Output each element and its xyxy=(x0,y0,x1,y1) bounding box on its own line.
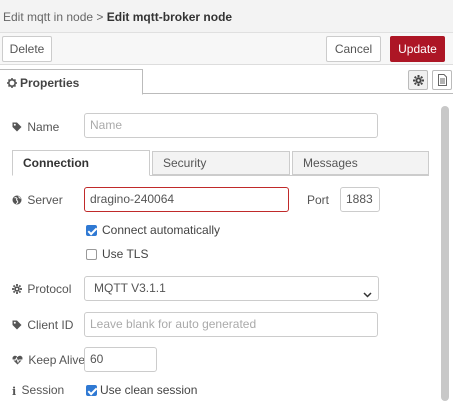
tab-connection[interactable]: Connection xyxy=(12,150,150,176)
editor-actionbar xyxy=(0,33,453,65)
delete-button[interactable]: Delete xyxy=(2,36,52,62)
protocol-label-text: Protocol xyxy=(27,282,72,296)
editor-titlebar: Edit mqtt in node > Edit mqtt-broker nod… xyxy=(0,0,453,33)
keep-alive-input[interactable]: 60 xyxy=(84,347,157,372)
node-settings-button[interactable] xyxy=(408,70,428,90)
keep-alive-label-text: Keep Alive xyxy=(28,353,86,367)
document-icon xyxy=(438,74,447,89)
tab-messages[interactable]: Messages xyxy=(292,151,429,175)
heartbeat-icon xyxy=(12,354,23,368)
protocol-select-value: MQTT V3.1.1 xyxy=(94,281,166,295)
panel-scrollbar[interactable] xyxy=(441,106,449,401)
gear-icon xyxy=(7,77,17,91)
tab-properties[interactable]: Properties xyxy=(0,69,143,95)
breadcrumb-separator: > xyxy=(96,10,104,24)
info-icon: i xyxy=(12,385,17,398)
client-id-input[interactable]: Leave blank for auto generated xyxy=(84,312,378,337)
protocol-label: Protocol xyxy=(12,282,71,297)
clean-session-label: Use clean session xyxy=(100,383,198,397)
use-tls-label: Use TLS xyxy=(102,247,149,261)
port-label: Port xyxy=(307,193,330,207)
cancel-button[interactable]: Cancel xyxy=(326,36,381,62)
update-button[interactable]: Update xyxy=(390,36,445,62)
id-card-icon xyxy=(12,319,22,333)
server-input[interactable]: dragino-240064 xyxy=(84,187,289,212)
use-tls-checkbox[interactable] xyxy=(86,249,97,260)
server-label-text: Server xyxy=(27,193,63,207)
name-label: Name xyxy=(12,120,59,135)
node-description-button[interactable] xyxy=(432,70,452,90)
breadcrumb: Edit mqtt in node > Edit mqtt-broker nod… xyxy=(3,10,232,24)
tab-security[interactable]: Security xyxy=(152,151,290,175)
client-id-label-text: Client ID xyxy=(27,318,74,332)
protocol-select[interactable]: MQTT V3.1.1 xyxy=(84,276,379,301)
name-input[interactable]: Name xyxy=(84,113,378,138)
connect-automatically-checkbox[interactable] xyxy=(86,225,97,236)
globe-icon xyxy=(12,194,22,208)
connect-automatically-label: Connect automatically xyxy=(102,223,221,237)
clean-session-checkbox[interactable] xyxy=(86,385,97,396)
session-label-text: Session xyxy=(21,383,65,397)
gear-icon xyxy=(413,75,424,89)
chevron-down-icon xyxy=(363,284,372,300)
tab-properties-label: Properties xyxy=(20,76,80,90)
port-input[interactable]: 1883 xyxy=(340,187,380,212)
name-label-text: Name xyxy=(27,120,60,134)
client-id-label: Client ID xyxy=(12,318,73,333)
breadcrumb-current: Edit mqtt-broker node xyxy=(106,10,233,24)
session-label: i Session xyxy=(12,383,64,398)
gear-icon xyxy=(12,283,22,297)
tag-icon xyxy=(12,121,22,135)
breadcrumb-parent[interactable]: Edit mqtt in node xyxy=(3,10,93,24)
keep-alive-label: Keep Alive xyxy=(12,353,85,368)
server-label: Server xyxy=(12,193,63,208)
